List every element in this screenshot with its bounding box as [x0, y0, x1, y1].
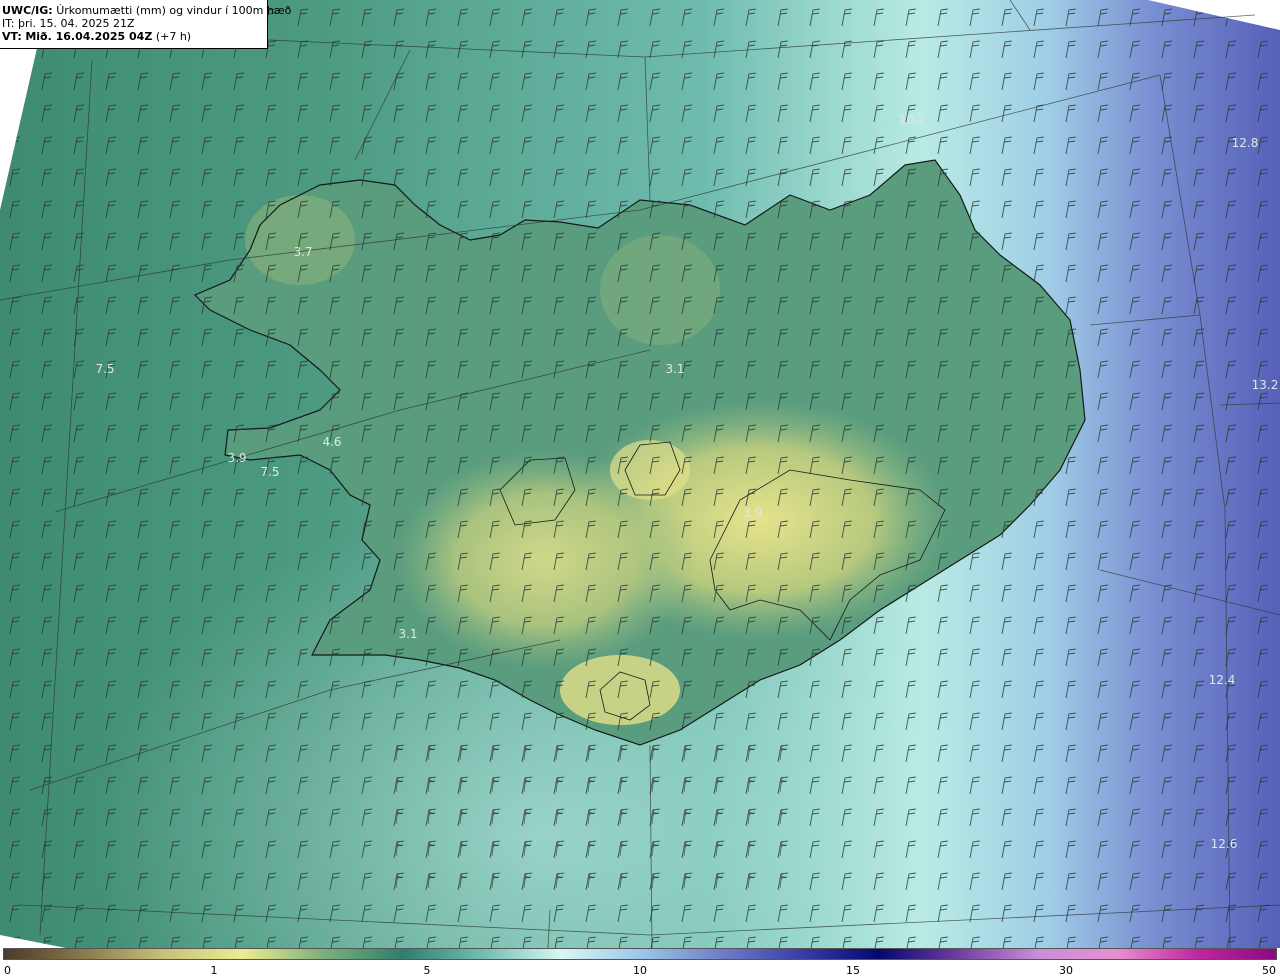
valid-time-label: VT:: [2, 30, 22, 43]
init-time-row: IT: þri. 15. 04. 2025 21Z: [2, 17, 267, 30]
colorbar-tick: 10: [633, 964, 647, 977]
map-label: 4.6: [322, 435, 341, 449]
colorbar-tick: 5: [423, 964, 431, 977]
map-label: 3.7: [293, 245, 312, 259]
map-title: Úrkomumætti (mm) og vindur í 100m hæð: [56, 4, 292, 17]
valid-time-offset: (+7 h): [155, 30, 192, 43]
map-label: 12.4: [1209, 673, 1236, 687]
colorbar-tick: 0: [4, 964, 11, 977]
map-label: 10.2: [899, 113, 926, 127]
colorbar-tick: 1: [210, 964, 218, 977]
colorbar-tick: 15: [846, 964, 860, 977]
map-label: 3.1: [398, 627, 417, 641]
colorbar-tick: 30: [1059, 964, 1073, 977]
init-time-value: þri. 15. 04. 2025 21Z: [17, 17, 135, 30]
colorbar-tick: 50: [1262, 964, 1276, 977]
map-label: 3.1: [665, 362, 684, 376]
weather-map: 10.2 12.8 3.7 7.5 3.1 13.2 4.6 3.9 7.5 3…: [0, 0, 1280, 948]
map-label: 3.9: [743, 506, 762, 520]
title-row: UWC/IG: Úrkomumætti (mm) og vindur í 100…: [2, 4, 291, 17]
model-label: UWC/IG:: [2, 4, 53, 17]
map-label: 7.5: [260, 465, 279, 479]
map-info-box: UWC/IG: Úrkomumætti (mm) og vindur í 100…: [0, 0, 291, 49]
valid-time-value: Mið. 16.04.2025 04Z: [25, 30, 153, 43]
valid-time-row: VT: Mið. 16.04.2025 04Z (+7 h): [2, 30, 267, 43]
colorbar-strip: [3, 948, 1277, 960]
init-time-label: IT:: [2, 17, 15, 30]
map-label: 7.5: [95, 362, 114, 376]
map-label: 12.8: [1232, 136, 1259, 150]
map-label: 13.2: [1252, 378, 1279, 392]
map-label: 3.9: [227, 451, 246, 465]
map-label: 12.6: [1211, 837, 1238, 851]
colorbar: 0 1 5 10 15 30 50: [0, 948, 1280, 978]
